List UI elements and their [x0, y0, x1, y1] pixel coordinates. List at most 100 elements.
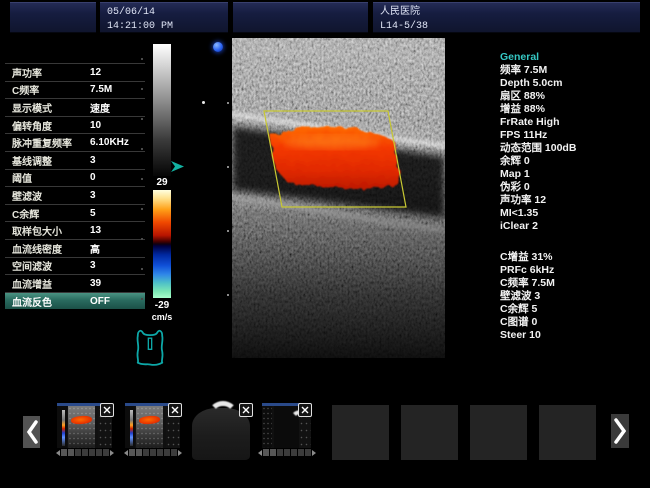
- filmstrip-cell[interactable]: [298, 449, 304, 456]
- parameter-label: 显示模式: [5, 100, 88, 115]
- parameter-row[interactable]: 空间滤波 3: [5, 257, 145, 275]
- filmstrip-cell[interactable]: [68, 449, 74, 456]
- velocity-unit-label: cm/s: [146, 312, 178, 322]
- close-thumbnail-1-button[interactable]: [100, 403, 114, 417]
- filmstrip-cell[interactable]: [305, 449, 311, 456]
- filmstrip-next-icon[interactable]: [178, 450, 182, 456]
- filmstrip-next-icon[interactable]: [312, 450, 316, 456]
- thumbnails-next-button[interactable]: [611, 414, 629, 448]
- filmstrip-cell[interactable]: [75, 449, 81, 456]
- focus-marker-icon: [202, 101, 205, 104]
- info-line: C增益 31%: [500, 251, 648, 264]
- parameter-row[interactable]: C余辉 5: [5, 204, 145, 222]
- parameter-value: OFF: [88, 296, 110, 307]
- thumb-scalebar: [57, 406, 67, 448]
- info-line: PRFc 6kHz: [500, 264, 648, 277]
- doppler-info-panel: C增益 31%PRFc 6kHzC频率 7.5M壁滤波 3C余辉 5C图谱 0S…: [500, 251, 648, 342]
- parameter-label: 阈值: [5, 170, 88, 185]
- filmstrip-cell[interactable]: [136, 449, 142, 456]
- filmstrip-cell[interactable]: [96, 449, 102, 456]
- parameter-row[interactable]: 血流线密度 高: [5, 239, 145, 257]
- filmstrip-next-icon[interactable]: [110, 450, 114, 456]
- thumb-probe-arc: [208, 401, 238, 429]
- filmstrip-prev-icon[interactable]: [124, 450, 128, 456]
- topbar-logo-segment: [10, 2, 96, 33]
- parameter-row[interactable]: 血流反色 OFF: [5, 292, 145, 310]
- parameter-value: 7.5M: [88, 84, 112, 95]
- filmstrip-cell[interactable]: [164, 449, 170, 456]
- depth-tick-dot: [227, 102, 229, 104]
- ultrasound-image-area[interactable]: [232, 38, 445, 358]
- thumbnails-prev-button[interactable]: [23, 416, 40, 448]
- parameter-value: 10: [88, 120, 101, 131]
- parameter-value: 3: [88, 155, 96, 166]
- probe-model: L14-5/38: [373, 19, 640, 33]
- parameter-row[interactable]: 脉冲重复频率 6.10KHz: [5, 133, 145, 151]
- close-thumbnail-3-button[interactable]: [239, 403, 253, 417]
- parameter-value: 3: [88, 260, 96, 271]
- color-doppler-bar: [153, 190, 171, 298]
- filmstrip-cell[interactable]: [150, 449, 156, 456]
- info-line: FrRate High: [500, 116, 648, 129]
- parameter-label: C余辉: [5, 206, 88, 221]
- filmstrip-prev-icon[interactable]: [56, 450, 60, 456]
- parameter-label: 声功率: [5, 65, 88, 80]
- close-thumbnail-4-button[interactable]: [298, 403, 312, 417]
- parameter-value: 39: [88, 278, 101, 289]
- time-text: 14:21:00 PM: [100, 19, 228, 33]
- filmstrip-cell[interactable]: [157, 449, 163, 456]
- parameter-row[interactable]: 偏转角度 10: [5, 116, 145, 134]
- filmstrip-4[interactable]: [258, 448, 316, 457]
- info-line: C图谱 0: [500, 316, 648, 329]
- close-thumbnail-2-button[interactable]: [168, 403, 182, 417]
- filmstrip-cell[interactable]: [291, 449, 297, 456]
- tick-dot: [141, 268, 143, 270]
- filmstrip-cell[interactable]: [277, 449, 283, 456]
- date-text: 05/06/14: [100, 5, 228, 19]
- tick-dot: [141, 88, 143, 90]
- depth-tick-dot: [227, 294, 229, 296]
- parameter-row[interactable]: 阈值 0: [5, 169, 145, 187]
- parameter-row[interactable]: 血流增益 39: [5, 274, 145, 292]
- info-line: 频率 7.5M: [500, 64, 648, 77]
- info-line: 声功率 12: [500, 194, 648, 207]
- body-marker-icon[interactable]: [130, 326, 170, 371]
- depth-tick-dot: [227, 166, 229, 168]
- parameter-panel: 声功率 12 C频率 7.5M 显示模式 速度 偏转角度 10 脉冲重复频率 6…: [5, 63, 145, 309]
- parameter-row[interactable]: 声功率 12: [5, 63, 145, 81]
- tick-dot: [141, 178, 143, 180]
- filmstrip-1[interactable]: [56, 448, 114, 457]
- filmstrip-cell[interactable]: [284, 449, 290, 456]
- filmstrip-2[interactable]: [124, 448, 182, 457]
- parameter-row[interactable]: C频率 7.5M: [5, 81, 145, 99]
- filmstrip-cell[interactable]: [82, 449, 88, 456]
- parameter-row[interactable]: 显示模式 速度: [5, 98, 145, 116]
- empty-slot: [539, 405, 596, 460]
- parameter-label: 偏转角度: [5, 118, 88, 133]
- filmstrip-cell[interactable]: [103, 449, 109, 456]
- filmstrip-cell[interactable]: [263, 449, 269, 456]
- tick-dot: [141, 118, 143, 120]
- chevron-left-icon: [26, 420, 38, 444]
- thumb-scalebar: [125, 406, 135, 448]
- filmstrip-cell[interactable]: [270, 449, 276, 456]
- filmstrip-cell[interactable]: [89, 449, 95, 456]
- tick-dot: [141, 238, 143, 240]
- parameter-row[interactable]: 取样包大小 13: [5, 221, 145, 239]
- ultrasound-image[interactable]: [232, 38, 445, 358]
- filmstrip-cell[interactable]: [129, 449, 135, 456]
- filmstrip-prev-icon[interactable]: [258, 450, 262, 456]
- parameter-row[interactable]: 基线调整 3: [5, 151, 145, 169]
- depth-tick-dot: [227, 230, 229, 232]
- filmstrip-cell[interactable]: [143, 449, 149, 456]
- parameter-value: 5: [88, 208, 96, 219]
- parameter-row[interactable]: 壁滤波 3: [5, 186, 145, 204]
- filmstrip-cell[interactable]: [171, 449, 177, 456]
- close-icon: [103, 406, 111, 414]
- parameter-value: 速度: [88, 100, 110, 115]
- filmstrip-cell[interactable]: [61, 449, 67, 456]
- parameter-label: 取样包大小: [5, 223, 88, 238]
- info-line: 动态范围 100dB: [500, 142, 648, 155]
- hospital-name: 人民医院: [373, 5, 640, 19]
- info-line: 增益 88%: [500, 103, 648, 116]
